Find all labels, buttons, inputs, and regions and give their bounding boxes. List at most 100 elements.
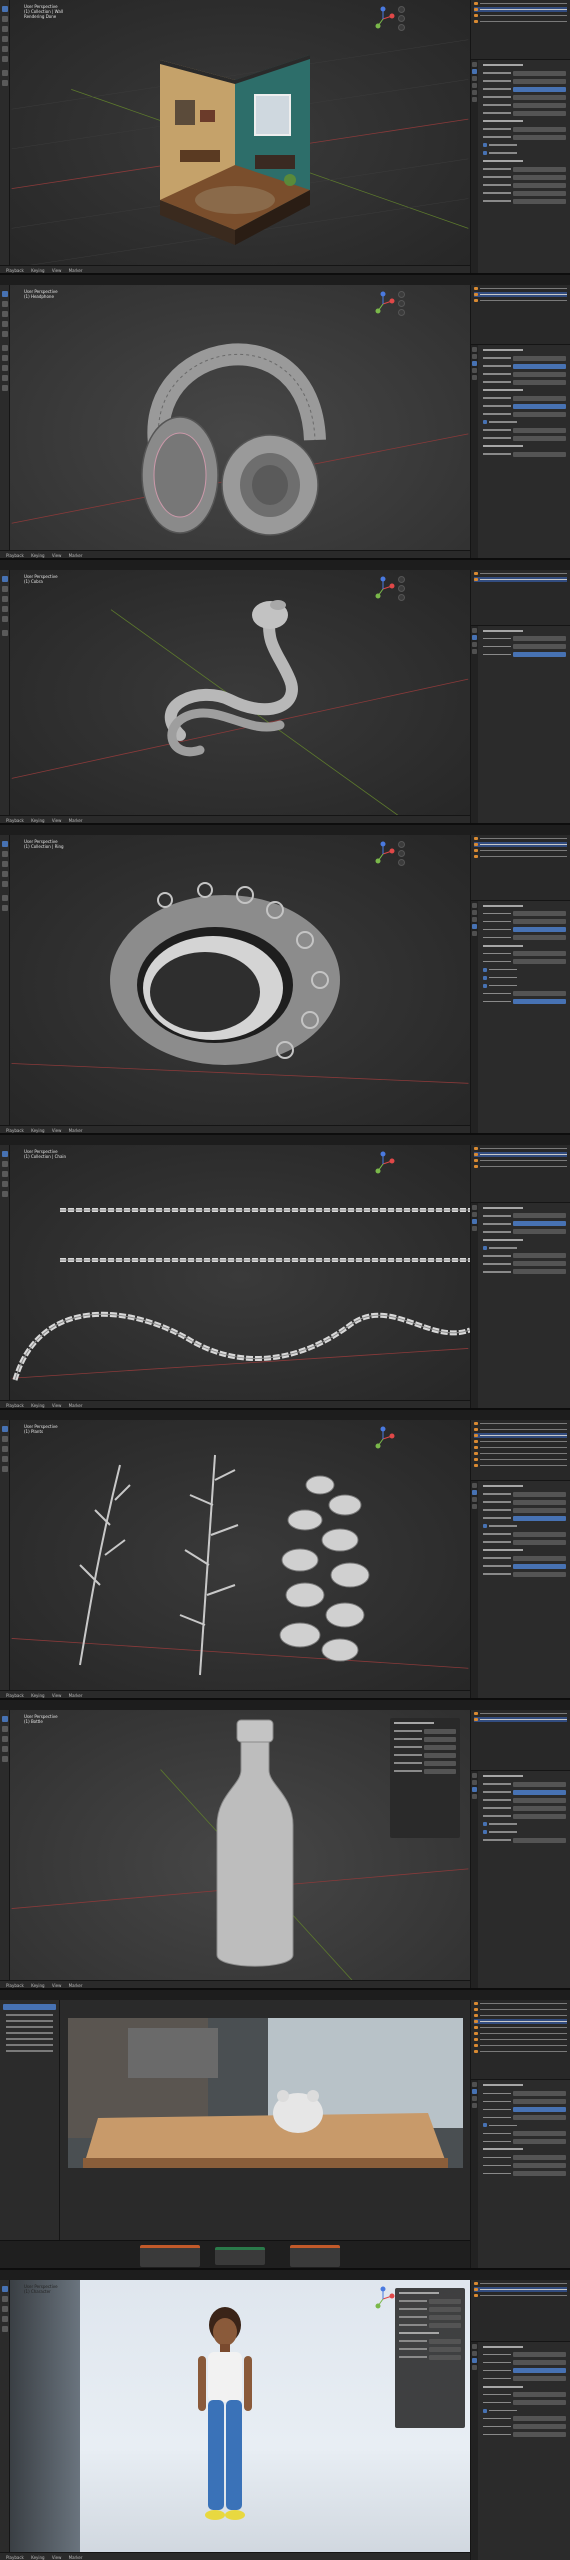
node-box[interactable] [140, 2245, 200, 2267]
properties-editor[interactable] [470, 2080, 570, 2268]
camera-icon[interactable] [398, 309, 405, 316]
camera-icon[interactable] [398, 24, 405, 31]
view-menu[interactable]: View [52, 1403, 62, 1408]
outliner[interactable] [470, 2280, 570, 2342]
timeline-header[interactable]: Playback Keying View Marker [0, 1125, 470, 1133]
outliner[interactable] [470, 835, 570, 901]
playback-menu[interactable]: Playback [6, 1403, 24, 1408]
render-menu-sidebar[interactable] [0, 2000, 60, 2240]
viewport[interactable]: User Perspective (1) Headphone [10, 285, 470, 558]
view-menu[interactable]: View [52, 1693, 62, 1698]
cursor-tool-icon[interactable] [2, 851, 8, 857]
keying-menu[interactable]: Keying [31, 1128, 44, 1133]
navigation-gizmo[interactable] [370, 291, 396, 317]
move-tool-icon[interactable] [2, 2306, 8, 2312]
zoom-icon[interactable] [398, 841, 405, 848]
rotate-tool-icon[interactable] [2, 1746, 8, 1752]
view-controls[interactable] [398, 576, 406, 603]
playback-menu[interactable]: Playback [6, 553, 24, 558]
scale-tool-icon[interactable] [2, 331, 8, 337]
view-menu[interactable]: View [52, 1128, 62, 1133]
move-tool-icon[interactable] [2, 596, 8, 602]
marker-menu[interactable]: Marker [69, 1403, 83, 1408]
outliner[interactable] [470, 0, 570, 61]
pan-icon[interactable] [398, 15, 405, 22]
scale-tool-icon[interactable] [2, 616, 8, 622]
move-tool-icon[interactable] [2, 311, 8, 317]
outliner[interactable] [470, 570, 570, 626]
rotate-tool-icon[interactable] [2, 2316, 8, 2322]
node-editor[interactable] [0, 2240, 470, 2268]
loopcut-tool-icon[interactable] [2, 375, 8, 381]
select-tool-icon[interactable] [2, 6, 8, 12]
transform-tool-icon[interactable] [2, 56, 8, 62]
playback-menu[interactable]: Playback [6, 1128, 24, 1133]
keying-menu[interactable]: Keying [31, 1983, 44, 1988]
node-box[interactable] [215, 2247, 265, 2265]
select-tool-icon[interactable] [2, 291, 8, 297]
zoom-icon[interactable] [398, 6, 405, 13]
move-tool-icon[interactable] [2, 26, 8, 32]
sidebar-n-panel[interactable] [390, 1718, 460, 1838]
view-controls[interactable] [398, 841, 406, 868]
keying-menu[interactable]: Keying [31, 1693, 44, 1698]
navigation-gizmo[interactable] [370, 1426, 396, 1452]
select-tool-icon[interactable] [2, 2286, 8, 2292]
marker-menu[interactable]: Marker [69, 2555, 83, 2560]
properties-editor[interactable] [470, 1481, 570, 1698]
viewport[interactable]: User Perspective (1) Character [10, 2280, 470, 2560]
marker-menu[interactable]: Marker [69, 1693, 83, 1698]
viewport[interactable]: User Perspective (1) Collection | Ring [10, 835, 470, 1133]
viewport[interactable]: User Perspective (1) Cobra [10, 570, 470, 823]
scale-tool-icon[interactable] [2, 2326, 8, 2332]
select-tool-icon[interactable] [2, 1151, 8, 1157]
scale-tool-icon[interactable] [2, 1191, 8, 1197]
select-tool-icon[interactable] [2, 841, 8, 847]
playback-menu[interactable]: Playback [6, 2555, 24, 2560]
playback-menu[interactable]: Playback [6, 268, 24, 273]
cursor-tool-icon[interactable] [2, 301, 8, 307]
annotate-tool-icon[interactable] [2, 630, 8, 636]
select-tool-icon[interactable] [2, 576, 8, 582]
view-menu[interactable]: View [52, 2555, 62, 2560]
timeline-header[interactable]: Playback Keying View Marker [0, 1690, 470, 1698]
cursor-tool-icon[interactable] [2, 2296, 8, 2302]
tool-shelf[interactable] [0, 570, 10, 823]
rotate-tool-icon[interactable] [2, 36, 8, 42]
view-menu[interactable]: View [52, 1983, 62, 1988]
view-menu[interactable]: View [52, 818, 62, 823]
move-tool-icon[interactable] [2, 1736, 8, 1742]
rotate-tool-icon[interactable] [2, 871, 8, 877]
view-menu[interactable]: View [52, 553, 62, 558]
camera-icon[interactable] [398, 594, 405, 601]
marker-menu[interactable]: Marker [69, 553, 83, 558]
navigation-gizmo[interactable] [370, 6, 396, 32]
navigation-gizmo[interactable] [370, 1151, 396, 1177]
properties-editor[interactable] [470, 1771, 570, 1988]
timeline-header[interactable]: Playback Keying View Marker [0, 1400, 470, 1408]
tool-shelf[interactable] [0, 0, 10, 273]
scale-tool-icon[interactable] [2, 46, 8, 52]
keying-menu[interactable]: Keying [31, 2555, 44, 2560]
move-tool-icon[interactable] [2, 1446, 8, 1452]
outliner[interactable] [470, 285, 570, 346]
view-controls[interactable] [398, 6, 406, 33]
rotate-tool-icon[interactable] [2, 321, 8, 327]
navigation-gizmo[interactable] [370, 841, 396, 867]
annotate-tool-icon[interactable] [2, 70, 8, 76]
bevel-tool-icon[interactable] [2, 365, 8, 371]
outliner[interactable] [470, 1145, 570, 1203]
viewport[interactable]: User Perspective (1) Plants [10, 1420, 470, 1698]
timeline-header[interactable]: Playback Keying View Marker [0, 265, 470, 273]
tool-shelf[interactable] [0, 1710, 10, 1988]
timeline-header[interactable]: Playback Keying View Marker [0, 815, 470, 823]
keying-menu[interactable]: Keying [31, 818, 44, 823]
cursor-tool-icon[interactable] [2, 586, 8, 592]
measure-tool-icon[interactable] [2, 905, 8, 911]
keying-menu[interactable]: Keying [31, 1403, 44, 1408]
view-menu[interactable]: View [52, 268, 62, 273]
zoom-icon[interactable] [398, 291, 405, 298]
camera-icon[interactable] [398, 859, 405, 866]
move-tool-icon[interactable] [2, 1171, 8, 1177]
properties-editor[interactable] [470, 900, 570, 1133]
